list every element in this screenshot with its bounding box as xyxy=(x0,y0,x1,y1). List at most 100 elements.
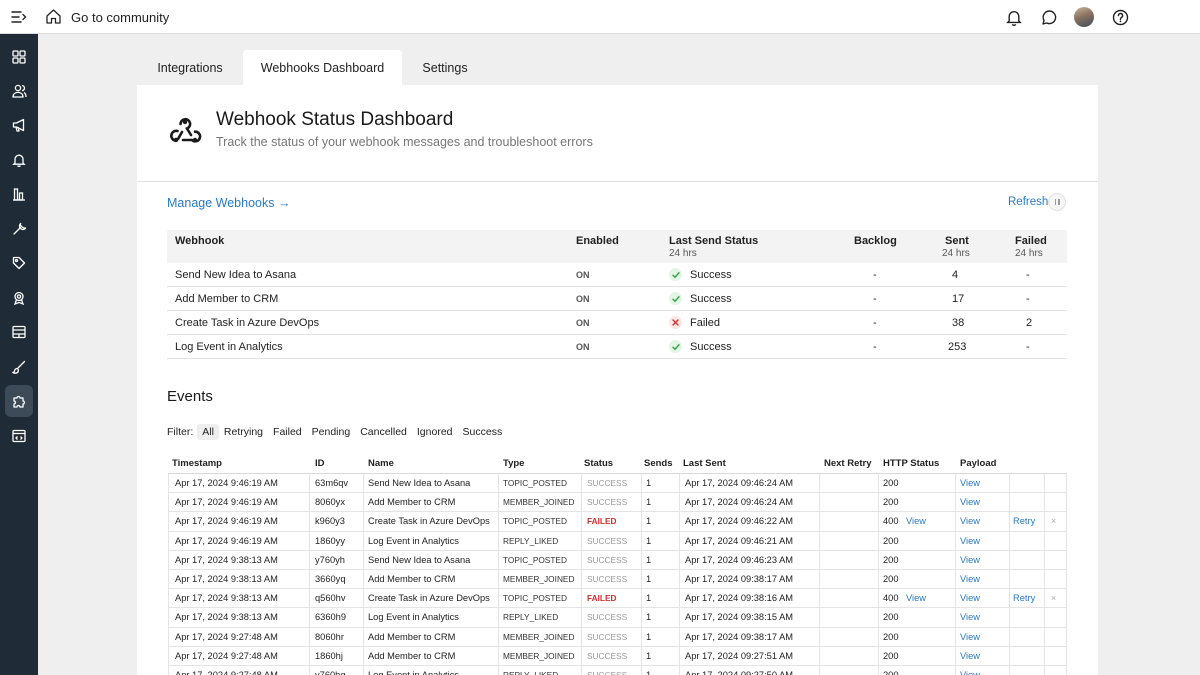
event-status: SUCCESS xyxy=(587,650,628,661)
event-row[interactable]: Apr 17, 2024 9:46:19 AM 1860yy Log Event i… xyxy=(168,532,1067,551)
go-to-community-link[interactable]: Go to community xyxy=(71,10,169,25)
col-sent-sub: 24 hrs xyxy=(942,248,970,259)
payload-view-link[interactable]: View xyxy=(960,670,980,675)
filter-success[interactable]: Success xyxy=(458,424,508,440)
webhook-row[interactable]: Send New Idea to Asana ON Success - 4 - xyxy=(167,263,1067,287)
code-window-icon[interactable] xyxy=(5,422,33,450)
avatar xyxy=(1074,7,1094,27)
event-timestamp: Apr 17, 2024 9:46:19 AM xyxy=(175,497,278,508)
payload-view-link[interactable]: View xyxy=(960,612,980,622)
tab-webhooks-dashboard[interactable]: Webhooks Dashboard xyxy=(243,50,402,85)
event-sends: 1 xyxy=(646,631,652,642)
event-id: y760hg xyxy=(315,670,346,675)
webhook-row[interactable]: Log Event in Analytics ON Success - 253 … xyxy=(167,335,1067,359)
dismiss-icon[interactable]: × xyxy=(1051,516,1056,526)
bell-icon[interactable] xyxy=(5,146,33,174)
payload-view-link[interactable]: View xyxy=(960,478,980,488)
user-avatar[interactable] xyxy=(1073,6,1095,28)
page-title: Webhook Status Dashboard xyxy=(216,109,454,130)
refresh-link[interactable]: Refresh xyxy=(1008,196,1048,208)
dismiss-icon[interactable]: × xyxy=(1051,593,1056,603)
event-row[interactable]: Apr 17, 2024 9:38:13 AM 6360h9 Log Event i… xyxy=(168,608,1067,628)
last-send-status: Failed xyxy=(690,317,720,329)
help-icon[interactable] xyxy=(1109,6,1131,28)
event-type: MEMBER_JOINED xyxy=(503,650,575,661)
webhook-name[interactable]: Send New Idea to Asana xyxy=(175,269,296,281)
enabled-value: ON xyxy=(576,294,590,304)
event-name: Create Task in Azure DevOps xyxy=(368,516,490,527)
manage-webhooks-link[interactable]: Manage Webhooks → xyxy=(167,196,290,210)
event-row[interactable]: Apr 17, 2024 9:38:13 AM q560hv Create Task… xyxy=(168,589,1067,609)
col-payload: Payload xyxy=(960,458,997,469)
event-row[interactable]: Apr 17, 2024 9:46:19 AM k960y3 Create Task… xyxy=(168,512,1067,532)
tab-integrations[interactable]: Integrations xyxy=(137,50,243,85)
event-http-status: 200 xyxy=(883,631,899,642)
tag-icon[interactable] xyxy=(5,249,33,277)
webhook-name[interactable]: Create Task in Azure DevOps xyxy=(175,317,319,329)
chat-bubble-icon[interactable] xyxy=(1038,6,1060,28)
puzzle-icon[interactable] xyxy=(5,385,33,417)
filter-ignored[interactable]: Ignored xyxy=(412,424,458,440)
badge-icon[interactable] xyxy=(5,284,33,312)
retry-link[interactable]: Retry xyxy=(1013,516,1035,526)
payload-view-link[interactable]: View xyxy=(960,632,980,642)
payload-view-link[interactable]: View xyxy=(960,516,980,526)
wrench-icon[interactable] xyxy=(5,215,33,243)
event-row[interactable]: Apr 17, 2024 9:46:19 AM 8060yx Add Member … xyxy=(168,493,1067,513)
event-name: Add Member to CRM xyxy=(368,574,456,584)
event-http-status: 400 xyxy=(883,516,899,527)
http-view-link[interactable]: View xyxy=(906,593,926,603)
event-sends: 1 xyxy=(646,535,652,546)
webhook-row[interactable]: Add Member to CRM ON Success - 17 - xyxy=(167,287,1067,311)
event-name: Log Event in Analytics xyxy=(368,670,459,675)
event-id: 3660yq xyxy=(315,574,346,584)
analytics-icon[interactable] xyxy=(5,180,33,208)
filter-failed[interactable]: Failed xyxy=(268,424,307,440)
event-row[interactable]: Apr 17, 2024 9:27:48 AM 1860hj Add Member … xyxy=(168,647,1067,666)
home-icon[interactable] xyxy=(45,8,62,25)
megaphone-icon[interactable] xyxy=(5,111,33,139)
enabled-value: ON xyxy=(576,270,590,280)
menu-toggle-icon[interactable] xyxy=(0,0,38,34)
event-timestamp: Apr 17, 2024 9:38:13 AM xyxy=(175,612,278,623)
filter-cancelled[interactable]: Cancelled xyxy=(355,424,412,440)
pause-icon[interactable] xyxy=(1048,193,1066,211)
payload-view-link[interactable]: View xyxy=(960,574,980,584)
tab-settings[interactable]: Settings xyxy=(402,50,488,85)
payload-view-link[interactable]: View xyxy=(960,555,980,565)
layout-icon[interactable] xyxy=(5,318,33,346)
failed-value: - xyxy=(1026,341,1030,353)
event-type: MEMBER_JOINED xyxy=(503,497,575,508)
event-timestamp: Apr 17, 2024 9:46:19 AM xyxy=(175,478,278,488)
col-last-send-status-sub: 24 hrs xyxy=(669,248,697,259)
event-row[interactable]: Apr 17, 2024 9:27:48 AM 8060hr Add Member … xyxy=(168,628,1067,647)
filter-retrying[interactable]: Retrying xyxy=(219,424,268,440)
webhook-name[interactable]: Log Event in Analytics xyxy=(175,341,283,353)
webhook-name[interactable]: Add Member to CRM xyxy=(175,293,278,305)
event-status: SUCCESS xyxy=(587,612,628,623)
event-row[interactable]: Apr 17, 2024 9:27:48 AM y760hg Log Event i… xyxy=(168,666,1067,675)
notifications-bell-icon[interactable] xyxy=(1003,6,1025,28)
filter-all[interactable]: All xyxy=(197,424,219,440)
brush-icon[interactable] xyxy=(5,353,33,381)
users-icon[interactable] xyxy=(5,77,33,105)
payload-view-link[interactable]: View xyxy=(960,536,980,546)
payload-view-link[interactable]: View xyxy=(960,497,980,507)
sent-value: 17 xyxy=(952,293,965,305)
filter-pending[interactable]: Pending xyxy=(307,424,356,440)
http-view-link[interactable]: View xyxy=(906,516,926,526)
event-row[interactable]: Apr 17, 2024 9:38:13 AM y760yh Send New Id… xyxy=(168,551,1067,570)
event-sends: 1 xyxy=(646,593,652,604)
event-row[interactable]: Apr 17, 2024 9:38:13 AM 3660yq Add Member … xyxy=(168,570,1067,590)
tab-label: Settings xyxy=(422,60,468,75)
webhook-row[interactable]: Create Task in Azure DevOps ON Failed - … xyxy=(167,311,1067,335)
dashboard-grid-icon[interactable] xyxy=(5,43,33,71)
payload-view-link[interactable]: View xyxy=(960,593,980,603)
event-http-status: 200 xyxy=(883,554,899,565)
event-last-sent: Apr 17, 2024 09:46:21 AM xyxy=(685,535,794,546)
retry-link[interactable]: Retry xyxy=(1013,593,1035,603)
top-bar: Go to community xyxy=(0,0,1200,34)
event-row[interactable]: Apr 17, 2024 9:46:19 AM 63m6qv Send New Id… xyxy=(168,474,1067,494)
payload-view-link[interactable]: View xyxy=(960,651,980,661)
event-name: Create Task in Azure DevOps xyxy=(368,593,490,604)
